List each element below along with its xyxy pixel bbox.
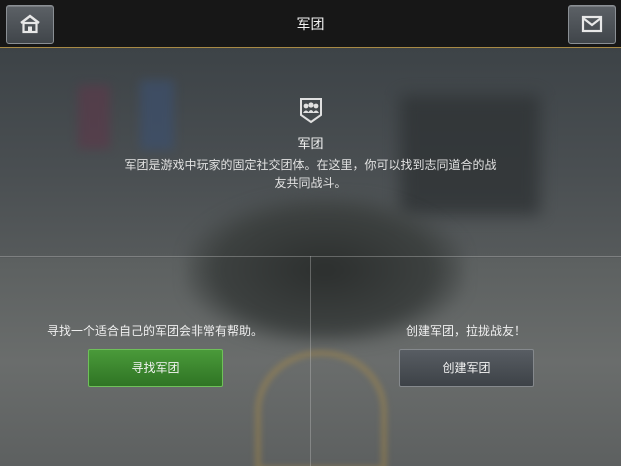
find-legion-button[interactable]: 寻找军团 xyxy=(88,349,223,387)
find-legion-text: 寻找一个适合自己的军团会非常有帮助。 xyxy=(46,324,263,338)
floor-marking xyxy=(255,350,387,466)
legion-intro: 军团 军团是游戏中玩家的固定社交团体。在这里，你可以找到志同道合的战友共同战斗。 xyxy=(0,95,621,192)
create-legion-text: 创建军团，拉拢战友！ xyxy=(405,324,526,338)
create-legion-button[interactable]: 创建军团 xyxy=(399,349,534,387)
legion-emblem-icon xyxy=(299,98,322,124)
intro-heading: 军团 xyxy=(297,137,324,152)
intro-description: 军团是游戏中玩家的固定社交团体。在这里，你可以找到志同道合的战友共同战斗。 xyxy=(124,158,497,190)
page-title: 军团 xyxy=(296,17,325,33)
mail-icon xyxy=(581,15,603,33)
mail-button[interactable] xyxy=(568,5,616,44)
vertical-divider xyxy=(310,256,311,466)
top-bar: 军团 xyxy=(0,0,621,48)
